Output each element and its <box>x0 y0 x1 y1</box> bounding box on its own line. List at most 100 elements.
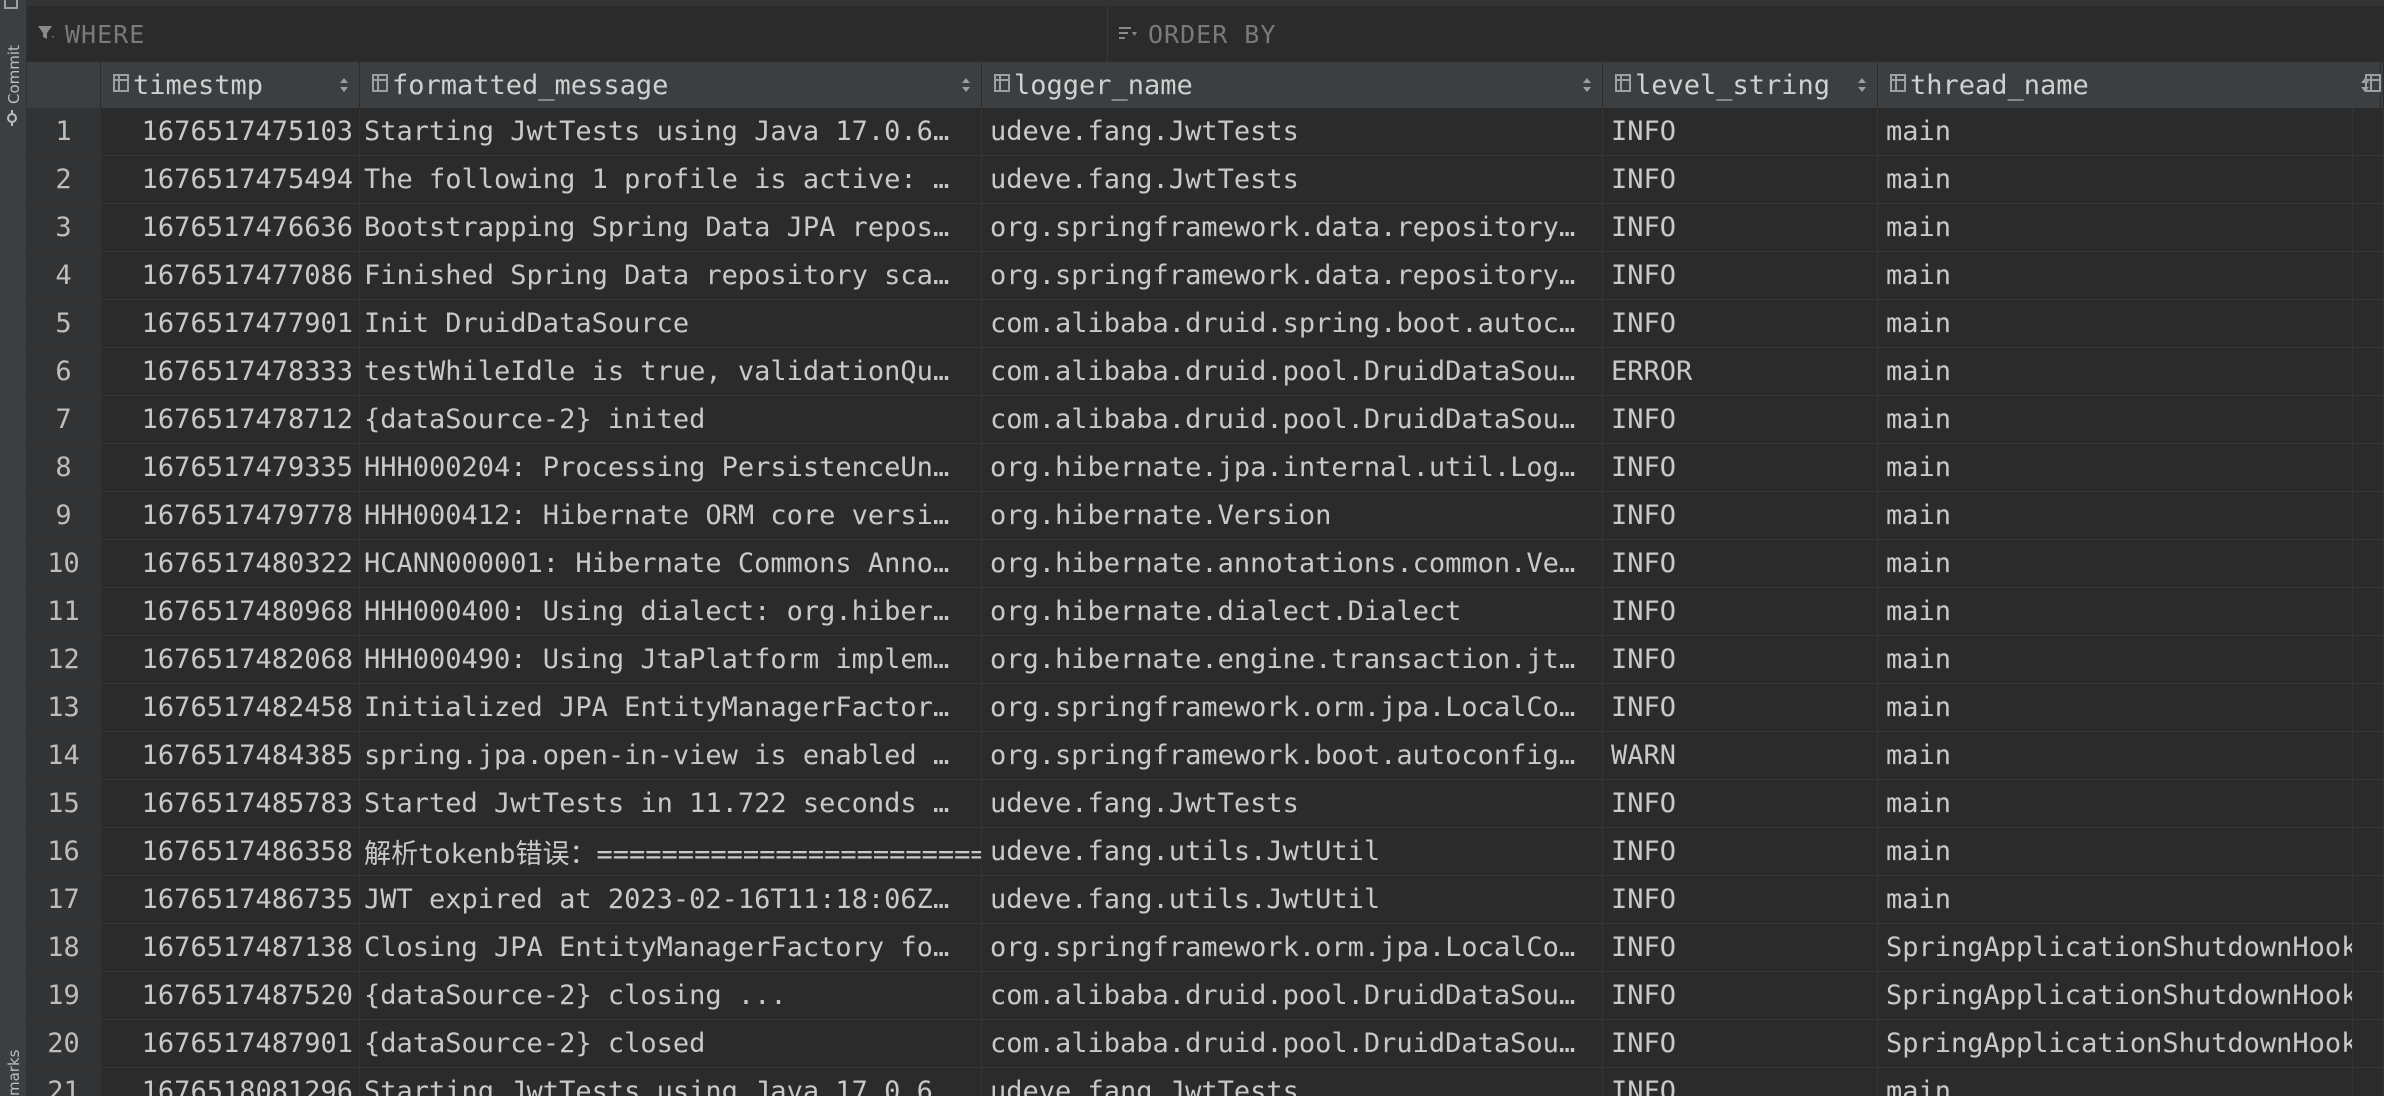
logger-name-cell[interactable]: org.hibernate.jpa.internal.util.Log… <box>982 444 1603 491</box>
level-string-cell[interactable]: INFO <box>1603 972 1878 1019</box>
formatted-message-cell[interactable]: {dataSource-2} inited <box>360 396 982 443</box>
table-row[interactable]: 21 1676518081296 Starting JwtTests using J… <box>27 1068 2384 1096</box>
logger-name-cell[interactable]: org.springframework.orm.jpa.LocalCo… <box>982 684 1603 731</box>
formatted-message-cell[interactable]: HHH000490: Using JtaPlatform implem… <box>360 636 982 683</box>
formatted-message-cell[interactable]: HCANN000001: Hibernate Commons Anno… <box>360 540 982 587</box>
logger-name-cell[interactable]: org.hibernate.engine.transaction.jt… <box>982 636 1603 683</box>
level-string-cell[interactable]: INFO <box>1603 684 1878 731</box>
next-column-cell[interactable] <box>2353 540 2384 587</box>
formatted-message-cell[interactable]: spring.jpa.open-in-view is enabled … <box>360 732 982 779</box>
timestmp-cell[interactable]: 1676517486358 <box>101 828 360 875</box>
level-string-cell[interactable]: INFO <box>1603 252 1878 299</box>
formatted-message-cell[interactable]: Initialized JPA EntityManagerFactor… <box>360 684 982 731</box>
thread-name-cell[interactable]: main <box>1878 588 2353 635</box>
level-string-cell[interactable]: INFO <box>1603 300 1878 347</box>
formatted-message-cell[interactable]: {dataSource-2} closed <box>360 1020 982 1067</box>
logger-name-cell[interactable]: com.alibaba.druid.pool.DruidDataSou… <box>982 396 1603 443</box>
table-row[interactable]: 3 1676517476636 Bootstrapping Spring Data … <box>27 204 2384 252</box>
table-row[interactable]: 20 1676517487901 {dataSource-2} closed com.… <box>27 1020 2384 1068</box>
next-column-cell[interactable] <box>2353 732 2384 779</box>
level-string-cell[interactable]: INFO <box>1603 204 1878 251</box>
timestmp-cell[interactable]: 1676517477086 <box>101 252 360 299</box>
logger-name-cell[interactable]: udeve.fang.JwtTests <box>982 156 1603 203</box>
next-column-cell[interactable] <box>2353 924 2384 971</box>
formatted-message-cell[interactable]: {dataSource-2} closing ... <box>360 972 982 1019</box>
column-header-level-string[interactable]: level_string <box>1603 62 1878 108</box>
next-column-cell[interactable] <box>2353 780 2384 827</box>
next-column-cell[interactable] <box>2353 1020 2384 1067</box>
thread-name-cell[interactable]: main <box>1878 348 2353 395</box>
timestmp-cell[interactable]: 1676517484385 <box>101 732 360 779</box>
formatted-message-cell[interactable]: 解析tokenb错误：======================== <box>360 828 982 875</box>
next-column-cell[interactable] <box>2353 1068 2384 1096</box>
next-column-cell[interactable] <box>2353 876 2384 923</box>
formatted-message-cell[interactable]: Closing JPA EntityManagerFactory fo… <box>360 924 982 971</box>
level-string-cell[interactable]: ERROR <box>1603 348 1878 395</box>
table-row[interactable]: 19 1676517487520 {dataSource-2} closing ..… <box>27 972 2384 1020</box>
level-string-cell[interactable]: INFO <box>1603 924 1878 971</box>
timestmp-cell[interactable]: 1676517479335 <box>101 444 360 491</box>
sort-toggle-icon[interactable] <box>339 75 349 99</box>
thread-name-cell[interactable]: SpringApplicationShutdownHook <box>1878 924 2353 971</box>
next-column-cell[interactable] <box>2353 300 2384 347</box>
next-column-cell[interactable] <box>2353 828 2384 875</box>
logger-name-cell[interactable]: udeve.fang.JwtTests <box>982 780 1603 827</box>
next-column-cell[interactable] <box>2353 684 2384 731</box>
table-row[interactable]: 8 1676517479335 HHH000204: Processing Pers… <box>27 444 2384 492</box>
table-row[interactable]: 7 1676517478712 {dataSource-2} inited com.a… <box>27 396 2384 444</box>
logger-name-cell[interactable]: org.springframework.boot.autoconfig… <box>982 732 1603 779</box>
where-filter-field[interactable]: WHERE <box>27 6 1108 62</box>
table-row[interactable]: 12 1676517482068 HHH000490: Using JtaPlatf… <box>27 636 2384 684</box>
formatted-message-cell[interactable]: HHH000400: Using dialect: org.hiber… <box>360 588 982 635</box>
level-string-cell[interactable]: INFO <box>1603 636 1878 683</box>
next-column-cell[interactable] <box>2353 492 2384 539</box>
timestmp-cell[interactable]: 1676517482458 <box>101 684 360 731</box>
thread-name-cell[interactable]: main <box>1878 1068 2353 1096</box>
commit-tool-tab[interactable]: Commit <box>0 40 26 140</box>
logger-name-cell[interactable]: com.alibaba.druid.pool.DruidDataSou… <box>982 348 1603 395</box>
table-row[interactable]: 14 1676517484385 spring.jpa.open-in-view i… <box>27 732 2384 780</box>
thread-name-cell[interactable]: main <box>1878 540 2353 587</box>
formatted-message-cell[interactable]: Init DruidDataSource <box>360 300 982 347</box>
level-string-cell[interactable]: INFO <box>1603 588 1878 635</box>
timestmp-cell[interactable]: 1676517487520 <box>101 972 360 1019</box>
next-column-cell[interactable] <box>2353 204 2384 251</box>
logger-name-cell[interactable]: org.springframework.orm.jpa.LocalCo… <box>982 924 1603 971</box>
formatted-message-cell[interactable]: Bootstrapping Spring Data JPA repos… <box>360 204 982 251</box>
level-string-cell[interactable]: INFO <box>1603 876 1878 923</box>
next-column-cell[interactable] <box>2353 156 2384 203</box>
logger-name-cell[interactable]: com.alibaba.druid.pool.DruidDataSou… <box>982 1020 1603 1067</box>
timestmp-cell[interactable]: 1676517482068 <box>101 636 360 683</box>
sort-toggle-icon[interactable] <box>961 75 971 99</box>
timestmp-cell[interactable]: 1676517479778 <box>101 492 360 539</box>
thread-name-cell[interactable]: main <box>1878 444 2353 491</box>
timestmp-cell[interactable]: 1676517478333 <box>101 348 360 395</box>
formatted-message-cell[interactable]: Started JwtTests in 11.722 seconds … <box>360 780 982 827</box>
logger-name-cell[interactable]: com.alibaba.druid.pool.DruidDataSou… <box>982 972 1603 1019</box>
timestmp-cell[interactable]: 1676518081296 <box>101 1068 360 1096</box>
timestmp-cell[interactable]: 1676517477901 <box>101 300 360 347</box>
level-string-cell[interactable]: INFO <box>1603 396 1878 443</box>
table-row[interactable]: 13 1676517482458 Initialized JPA EntityMan… <box>27 684 2384 732</box>
table-row[interactable]: 1 1676517475103 Starting JwtTests using Ja… <box>27 108 2384 156</box>
timestmp-cell[interactable]: 1676517486735 <box>101 876 360 923</box>
thread-name-cell[interactable]: main <box>1878 300 2353 347</box>
table-row[interactable]: 2 1676517475494 The following 1 profile is… <box>27 156 2384 204</box>
next-column-cell[interactable] <box>2353 252 2384 299</box>
table-row[interactable]: 17 1676517486735 JWT expired at 2023-02-16… <box>27 876 2384 924</box>
thread-name-cell[interactable]: main <box>1878 828 2353 875</box>
formatted-message-cell[interactable]: HHH000412: Hibernate ORM core versi… <box>360 492 982 539</box>
timestmp-cell[interactable]: 1676517475103 <box>101 108 360 155</box>
logger-name-cell[interactable]: org.springframework.data.repository… <box>982 252 1603 299</box>
panel-toggle-icon[interactable] <box>4 0 18 9</box>
bookmarks-tool-tab[interactable]: marks <box>0 1030 26 1096</box>
thread-name-cell[interactable]: SpringApplicationShutdownHook <box>1878 1020 2353 1067</box>
order-by-field[interactable]: ORDER BY <box>1108 6 2368 62</box>
logger-name-cell[interactable]: udeve.fang.utils.JwtUtil <box>982 876 1603 923</box>
formatted-message-cell[interactable]: testWhileIdle is true, validationQu… <box>360 348 982 395</box>
thread-name-cell[interactable]: main <box>1878 732 2353 779</box>
next-column-cell[interactable] <box>2353 444 2384 491</box>
logger-name-cell[interactable]: org.hibernate.Version <box>982 492 1603 539</box>
thread-name-cell[interactable]: main <box>1878 156 2353 203</box>
next-column-cell[interactable] <box>2353 108 2384 155</box>
